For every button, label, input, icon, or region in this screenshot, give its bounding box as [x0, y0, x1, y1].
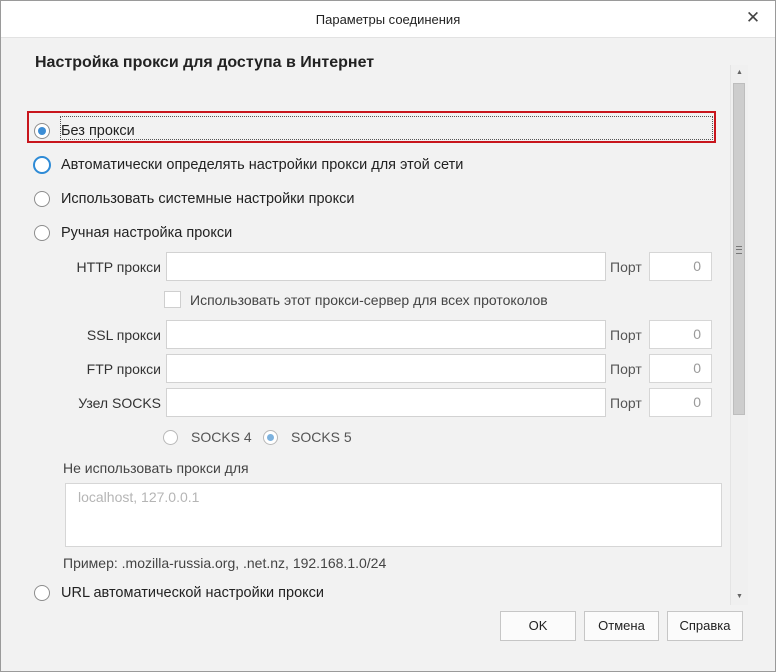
no-proxy-for-label: Не использовать прокси для — [63, 460, 249, 476]
cancel-button[interactable]: Отмена — [584, 611, 659, 641]
radio-label-manual: Ручная настройка прокси — [61, 225, 233, 241]
no-proxy-for-textarea[interactable]: localhost, 127.0.0.1 — [65, 483, 722, 547]
ssl-proxy-input[interactable] — [166, 320, 606, 349]
radio-button[interactable] — [34, 225, 50, 241]
title-bar: Параметры соединения ✕ — [1, 1, 775, 38]
ssl-proxy-label: SSL прокси — [86, 327, 161, 343]
radio-auto-url[interactable]: URL автоматической настройки прокси — [34, 582, 324, 604]
radio-button[interactable] — [34, 123, 50, 139]
radio-button[interactable] — [34, 191, 50, 207]
scroll-thumb[interactable] — [733, 83, 745, 415]
window-title: Параметры соединения — [315, 12, 461, 27]
socks-port-input[interactable]: 0 — [649, 388, 712, 417]
radio-button[interactable] — [263, 429, 278, 445]
use-for-all-label: Использовать этот прокси-сервер для всех… — [190, 292, 548, 308]
socks5-label: SOCKS 5 — [291, 429, 352, 445]
radio-label-auto-url: URL автоматической настройки прокси — [61, 585, 325, 601]
radio-label-system: Использовать системные настройки прокси — [61, 191, 355, 207]
radio-no-proxy[interactable]: Без прокси — [34, 120, 135, 142]
http-proxy-label: HTTP прокси — [76, 259, 161, 275]
ftp-port-input[interactable]: 0 — [649, 354, 712, 383]
radio-label-no-proxy: Без прокси — [61, 123, 135, 139]
ssl-port-input[interactable]: 0 — [649, 320, 712, 349]
socks-port-label: Порт — [610, 395, 642, 411]
arrow-up-icon[interactable]: ▲ — [731, 65, 748, 81]
vertical-scrollbar[interactable]: ▲ ▼ — [730, 65, 748, 605]
section-heading: Настройка прокси для доступа в Интернет — [35, 54, 375, 71]
radio-socks5[interactable]: SOCKS 5 — [263, 429, 352, 445]
ftp-proxy-label: FTP прокси — [86, 361, 161, 377]
ftp-port-label: Порт — [610, 361, 642, 377]
close-icon[interactable]: ✕ — [739, 5, 767, 31]
help-button[interactable]: Справка — [667, 611, 743, 641]
radio-system[interactable]: Использовать системные настройки прокси — [34, 188, 354, 210]
http-port-input[interactable]: 0 — [649, 252, 712, 281]
radio-manual[interactable]: Ручная настройка прокси — [34, 222, 232, 244]
focus-ring — [60, 116, 713, 140]
radio-label-auto-detect: Автоматически определять настройки прокс… — [61, 157, 464, 173]
radio-button[interactable] — [33, 156, 51, 174]
grip-icon — [736, 246, 742, 254]
connection-settings-dialog: Параметры соединения ✕ Настройка прокси … — [0, 0, 776, 672]
ftp-proxy-input[interactable] — [166, 354, 606, 383]
socks4-label: SOCKS 4 — [191, 429, 252, 445]
ssl-port-label: Порт — [610, 327, 642, 343]
use-for-all-checkbox[interactable] — [164, 291, 181, 308]
http-port-label: Порт — [610, 259, 642, 275]
no-proxy-example: Пример: .mozilla-russia.org, .net.nz, 19… — [63, 555, 387, 571]
radio-button[interactable] — [34, 585, 50, 601]
socks-host-input[interactable] — [166, 388, 606, 417]
socks-host-label: Узел SOCKS — [78, 395, 161, 411]
ok-button[interactable]: OK — [500, 611, 576, 641]
radio-auto-detect[interactable]: Автоматически определять настройки прокс… — [33, 154, 463, 176]
radio-button[interactable] — [163, 429, 178, 445]
arrow-down-icon[interactable]: ▼ — [731, 589, 748, 605]
http-proxy-input[interactable] — [166, 252, 606, 281]
radio-socks4[interactable]: SOCKS 4 — [163, 429, 252, 445]
